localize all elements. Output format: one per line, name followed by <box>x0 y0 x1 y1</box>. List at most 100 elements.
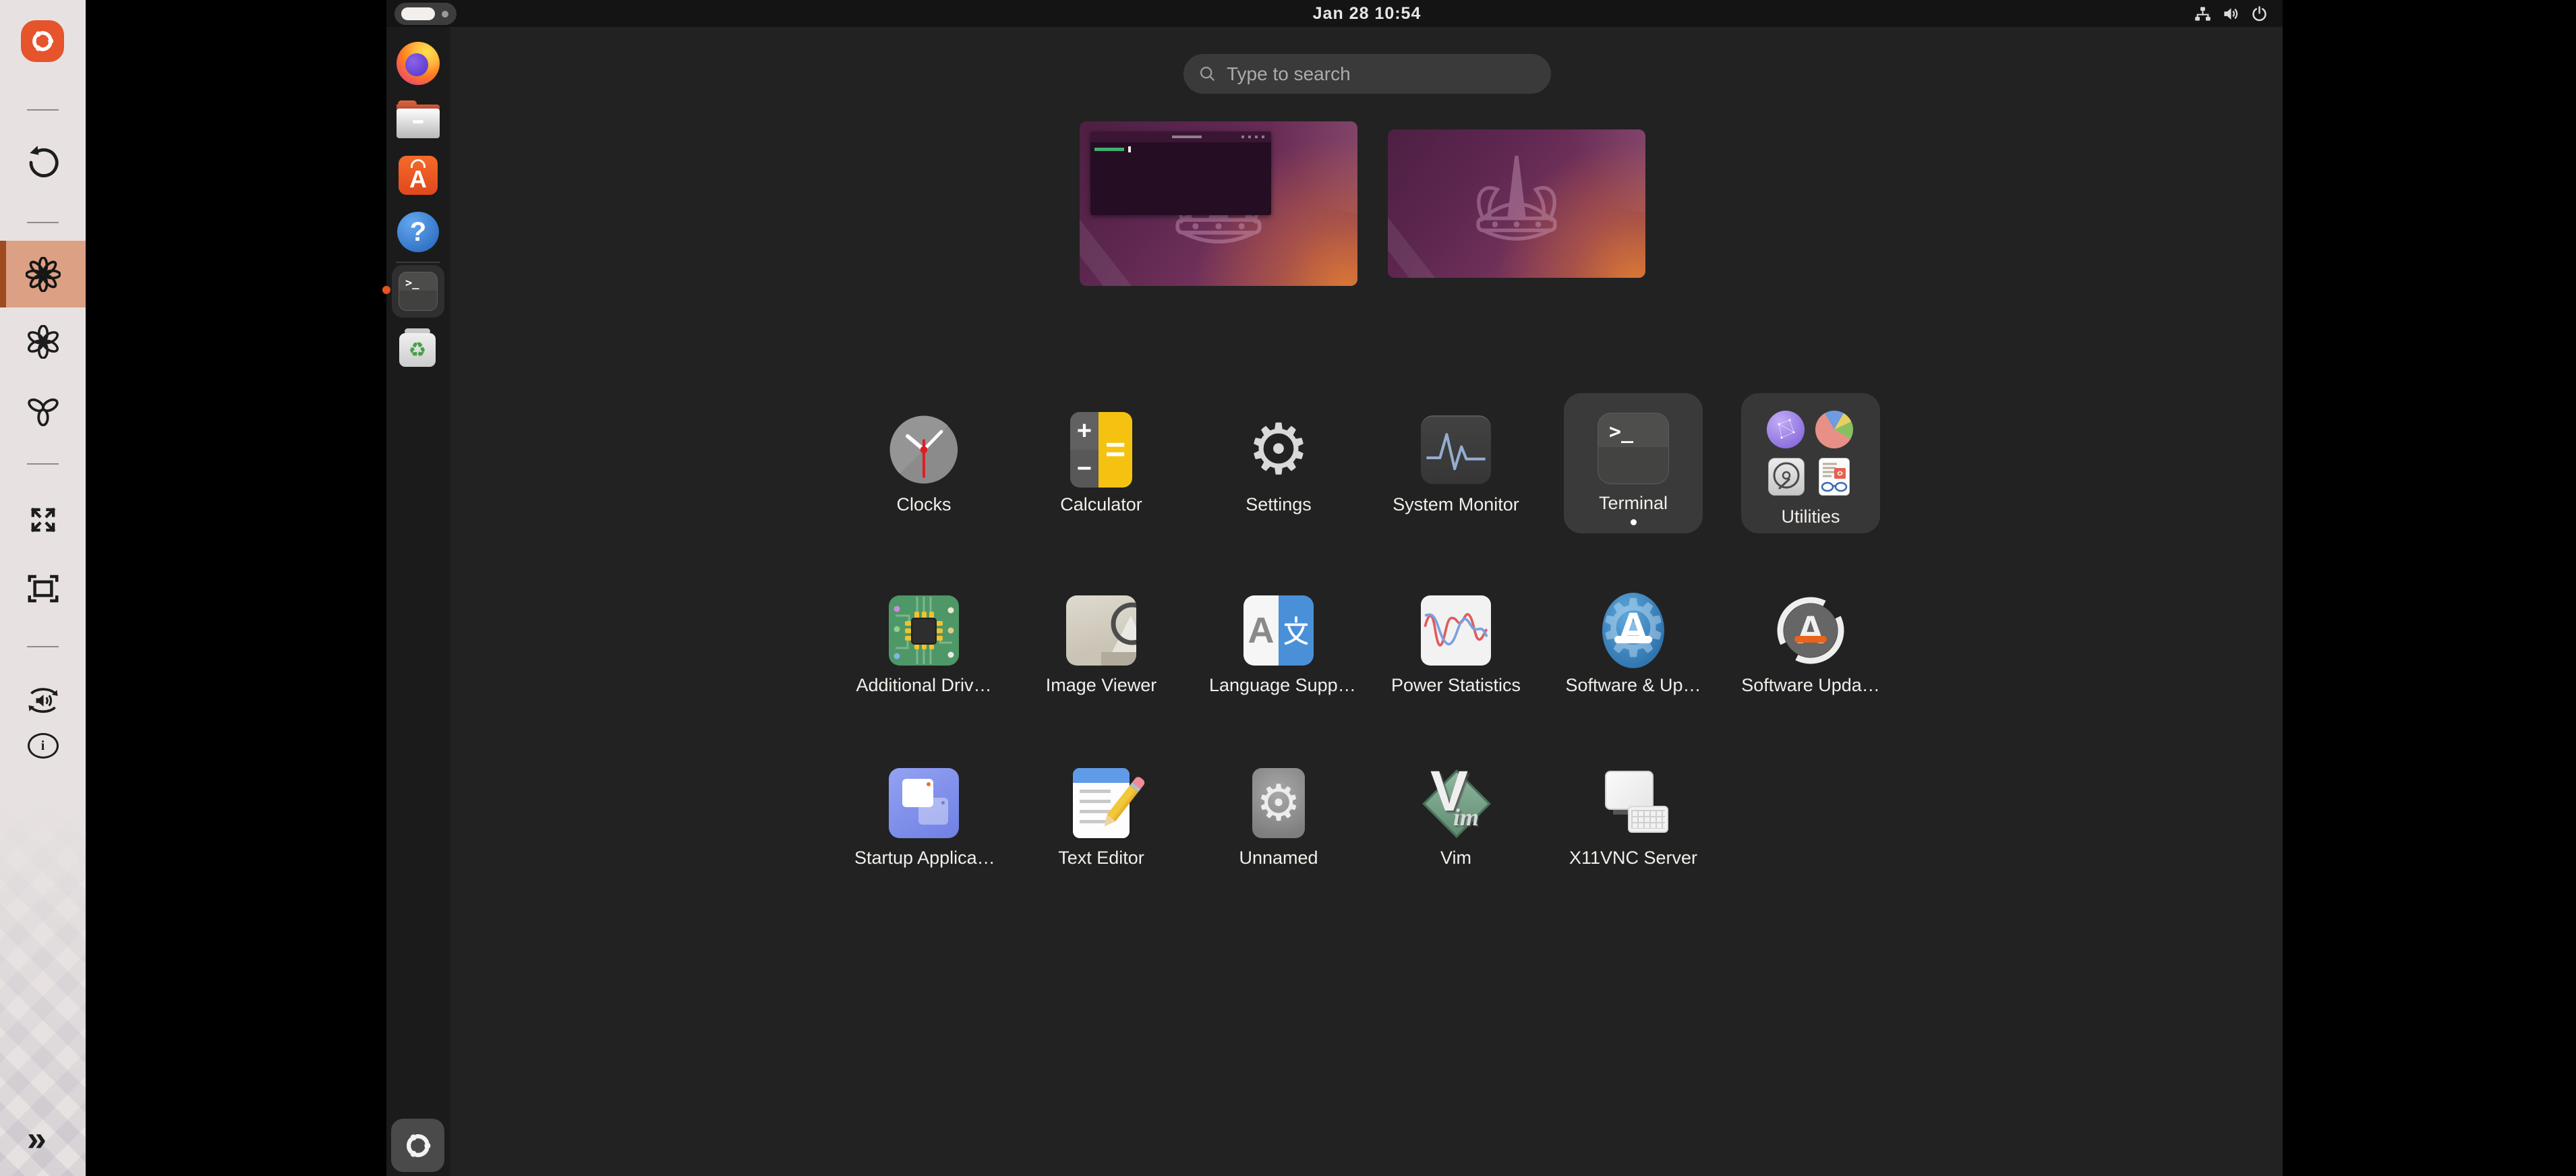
gnome-top-bar: Jan 28 10:54 <box>386 0 2283 27</box>
app-settings[interactable]: ⚙ Settings <box>1209 393 1348 535</box>
app-software-updater[interactable]: A Software Upda… <box>1741 574 1880 715</box>
app-terminal[interactable]: >_ Terminal <box>1564 393 1703 533</box>
workspace-thumbnail-2[interactable] <box>1388 129 1645 278</box>
app-software-updates[interactable]: ⚙ A Software & Up… <box>1564 574 1703 715</box>
active-workspace-pill <box>401 7 435 20</box>
software-updates-icon: ⚙ A <box>1596 593 1671 668</box>
startup-applications-icon <box>886 765 962 841</box>
trash-icon[interactable]: ♻ <box>397 328 440 371</box>
app-startup-applications[interactable]: Startup Applica… <box>854 746 993 888</box>
software-updater-icon: A <box>1773 593 1848 668</box>
language-support-icon: A <box>1241 593 1316 668</box>
files-icon[interactable] <box>397 98 440 141</box>
toolbar-divider <box>27 109 59 111</box>
audio-sync-button[interactable] <box>0 682 86 719</box>
terminal-caret <box>1128 146 1131 152</box>
app-label: Unnamed <box>1209 848 1348 868</box>
tool-flower8-button[interactable] <box>0 241 86 307</box>
folder-utilities[interactable]: Utilities <box>1741 393 1880 533</box>
volume-icon[interactable] <box>2222 5 2240 23</box>
app-label: X11VNC Server <box>1564 848 1703 868</box>
vim-icon: V im <box>1418 765 1494 841</box>
power-statistics-icon <box>1418 593 1494 668</box>
chinese-character-icon <box>1279 595 1314 666</box>
terminal-window-thumbnail[interactable] <box>1090 131 1271 215</box>
ubuntu-logo-icon[interactable] <box>21 20 64 62</box>
app-vim[interactable]: V im Vim <box>1386 746 1525 888</box>
remote-desktop: Jan 28 10:54 <box>386 0 2283 1176</box>
globe-sphere-icon <box>1767 411 1805 448</box>
selected-tool-stripe <box>0 241 6 307</box>
show-apps-button[interactable] <box>391 1119 444 1172</box>
info-button[interactable]: i <box>0 730 86 761</box>
app-label: Text Editor <box>1032 848 1171 868</box>
app-unnamed[interactable]: ⚙ Unnamed <box>1209 746 1348 888</box>
terminal-prompt-line <box>1094 148 1124 151</box>
app-system-monitor[interactable]: System Monitor <box>1386 393 1525 535</box>
image-viewer-icon <box>1063 593 1139 668</box>
app-label: Settings <box>1209 494 1348 514</box>
utilities-folder-preview <box>1767 411 1854 496</box>
app-language-support[interactable]: A Language Supp… <box>1209 574 1348 715</box>
app-label: Vim <box>1386 848 1525 868</box>
app-text-editor[interactable]: Text Editor <box>1032 746 1171 888</box>
screenshot-frame-button[interactable] <box>0 570 86 608</box>
text-editor-icon <box>1063 765 1139 841</box>
fullscreen-button[interactable] <box>0 502 86 538</box>
settings-gear-icon: ⚙ <box>1241 412 1316 488</box>
power-icon[interactable] <box>2250 5 2268 23</box>
app-label: Startup Applica… <box>854 848 993 868</box>
app-x11vnc-server[interactable]: X11VNC Server <box>1564 746 1703 888</box>
ubuntu-logo-icon <box>402 1129 434 1162</box>
app-label: Software Upda… <box>1741 675 1880 695</box>
network-wired-icon[interactable] <box>2194 5 2212 23</box>
terminal-running-dot <box>1631 519 1637 525</box>
pie-chart-icon <box>1815 411 1853 448</box>
tool-flower6-button[interactable] <box>0 324 86 359</box>
toolbar-divider <box>27 646 59 647</box>
search-icon <box>1198 65 1217 84</box>
folder-label: Utilities <box>1741 506 1880 527</box>
flower-6-icon <box>26 325 60 359</box>
toolbar-divider <box>27 222 59 223</box>
app-clocks[interactable]: Clocks <box>854 393 993 535</box>
app-additional-drivers[interactable]: Additional Driv… <box>854 574 993 715</box>
screenshot-frame-icon <box>25 570 61 607</box>
app-label: Power Statistics <box>1386 675 1525 695</box>
app-power-statistics[interactable]: Power Statistics <box>1386 574 1525 715</box>
tool-trefoil-button[interactable] <box>0 392 86 427</box>
hard-disk-icon <box>1768 458 1805 496</box>
x11vnc-icon <box>1596 765 1671 841</box>
system-monitor-icon <box>1418 412 1494 488</box>
terminal-running-dot <box>382 286 390 294</box>
workspace-dot <box>442 11 448 18</box>
dock: A ? >_ ♻ <box>386 27 450 1176</box>
app-label: Terminal <box>1564 493 1703 513</box>
app-label: Clocks <box>854 494 993 514</box>
workspace-thumbnail-1[interactable] <box>1080 121 1357 286</box>
viewer-toolbar: i » <box>0 0 86 1176</box>
app-label: Additional Driv… <box>854 675 993 695</box>
additional-drivers-icon <box>886 593 962 668</box>
workspace-indicator[interactable] <box>394 3 457 25</box>
app-calculator[interactable]: + − = Calculator <box>1032 393 1171 535</box>
calculator-icon: + − = <box>1063 412 1139 488</box>
toolbar-divider <box>27 463 59 465</box>
help-icon[interactable]: ? <box>397 210 440 254</box>
collapse-chevron-button[interactable]: » <box>23 1121 51 1157</box>
terminal-dock-tile[interactable]: >_ <box>392 265 444 318</box>
firefox-icon[interactable] <box>397 42 440 85</box>
window-buttons <box>1241 136 1267 138</box>
app-label: System Monitor <box>1386 494 1525 514</box>
undo-button[interactable] <box>0 142 86 183</box>
info-icon: i <box>28 733 59 759</box>
undo-icon <box>25 144 61 181</box>
clock[interactable]: Jan 28 10:54 <box>1313 0 1422 27</box>
search-placeholder: Type to search <box>1227 63 1351 85</box>
app-image-viewer[interactable]: Image Viewer <box>1032 574 1171 715</box>
document-viewer-icon <box>1819 458 1850 496</box>
search-input[interactable]: Type to search <box>1183 54 1551 94</box>
app-center-icon[interactable]: A <box>397 154 440 197</box>
trefoil-icon <box>26 392 60 426</box>
app-label: Software & Up… <box>1564 675 1703 695</box>
